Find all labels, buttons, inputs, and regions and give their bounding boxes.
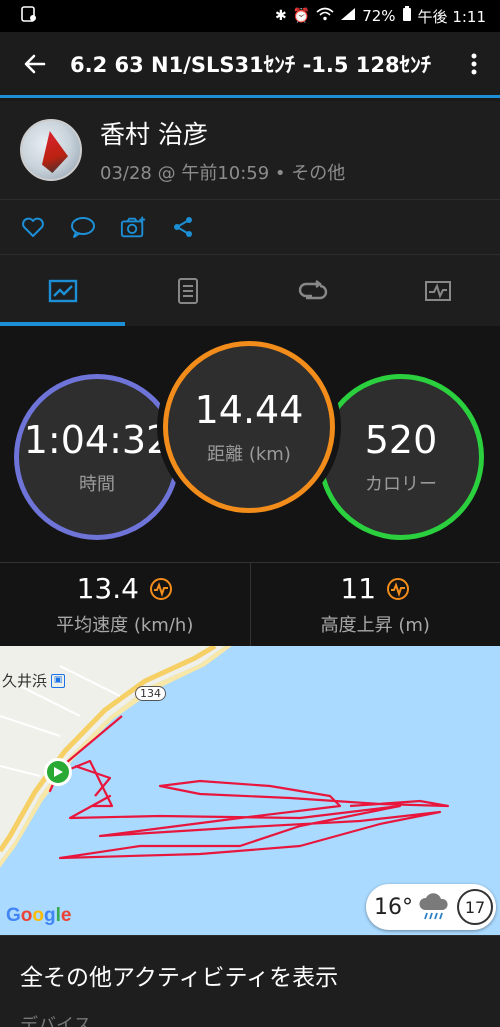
summary-stats: 1:04:32 時間 520 カロリー 14.44 距離 (km): [0, 326, 500, 562]
more-vert-icon: [471, 53, 477, 74]
details-icon: [177, 277, 198, 304]
rain-cloud-icon: [419, 893, 448, 920]
avatar[interactable]: [20, 119, 82, 181]
profile-header: 香村 治彦 03/28 @ 午前10:59 • その他: [0, 101, 500, 199]
avg-speed-label: 平均速度 (km/h): [56, 615, 194, 636]
tab-laps[interactable]: [250, 255, 375, 326]
graph-icon: [424, 280, 451, 301]
start-marker[interactable]: [44, 758, 72, 786]
activity-tabs: [0, 254, 500, 326]
road-shield: 134: [135, 686, 166, 701]
weather-temperature: 16°: [374, 894, 413, 920]
activity-meta: 03/28 @ 午前10:59 • その他: [100, 163, 346, 184]
heart-icon: [22, 217, 44, 237]
chart-badge-icon: [149, 577, 172, 600]
weather-widget[interactable]: 16° 17: [366, 884, 496, 930]
elevation-gain-label: 高度上昇 (m): [320, 615, 430, 636]
google-logo: Google: [6, 905, 72, 926]
secondary-stats: 13.4 平均速度 (km/h) 11 高度上昇 (m): [0, 562, 500, 646]
bus-stop-icon: ▣: [51, 673, 66, 688]
app-bar: 6.2 63 N1/SLS31ｾﾝﾁ -1.5 128ｾﾝﾁ: [0, 32, 500, 98]
battery-icon: [402, 6, 412, 26]
avg-speed-cell[interactable]: 13.4 平均速度 (km/h): [0, 563, 250, 646]
calories-value: 520: [364, 418, 438, 462]
battery-percent: 72%: [362, 7, 396, 25]
social-actions: [0, 199, 500, 254]
clock: 午後 1:11: [417, 7, 486, 26]
time-value: 1:04:32: [23, 418, 171, 462]
activity-map[interactable]: 久井浜 ▣ 134 Google 16° 17: [0, 646, 500, 935]
share-button[interactable]: [170, 214, 196, 240]
device-section-header: デバイス: [0, 1013, 500, 1027]
distance-value: 14.44: [194, 388, 304, 432]
play-icon: [54, 767, 63, 777]
back-arrow-icon: [24, 54, 46, 73]
like-button[interactable]: [20, 214, 46, 240]
summary-chart-icon: [48, 279, 77, 302]
elevation-gain-cell[interactable]: 11 高度上昇 (m): [249, 563, 500, 646]
view-all-activities-link[interactable]: 全その他アクティビティを表示: [0, 935, 500, 1013]
view-all-activities-label: 全その他アクティビティを表示: [20, 964, 339, 991]
tab-summary[interactable]: [0, 255, 125, 326]
alarm-icon: ⏰: [292, 8, 311, 24]
signal-icon: [340, 7, 356, 25]
back-button[interactable]: [0, 31, 70, 97]
laps-icon: [298, 279, 327, 299]
user-name[interactable]: 香村 治彦: [100, 115, 345, 151]
time-stat: 1:04:32 時間: [14, 374, 180, 540]
comment-button[interactable]: [70, 214, 96, 240]
camera-plus-icon: [120, 216, 146, 238]
calories-label: カロリー: [365, 474, 437, 495]
status-bar: ✱ ⏰ 72% 午後 1:11: [0, 0, 500, 32]
wifi-icon: [316, 7, 334, 25]
chart-badge-icon: [387, 577, 410, 600]
calories-stat: 520 カロリー: [318, 374, 484, 540]
tab-graphs[interactable]: [375, 255, 500, 326]
comment-icon: [71, 217, 95, 238]
time-label: 時間: [79, 474, 115, 495]
place-label: 久井浜 ▣: [2, 670, 66, 691]
device-label: デバイス: [20, 1015, 92, 1027]
share-icon: [174, 217, 192, 237]
elevation-gain-value: 11: [340, 572, 377, 605]
wind-speed: 17: [464, 897, 486, 917]
distance-stat: 14.44 距離 (km): [163, 341, 335, 513]
activity-title: 6.2 63 N1/SLS31ｾﾝﾁ -1.5 128ｾﾝﾁ: [70, 52, 432, 77]
bluetooth-icon: ✱: [275, 8, 287, 24]
overflow-menu-button[interactable]: [448, 31, 500, 97]
wind-compass: 17: [457, 889, 493, 925]
avg-speed-value: 13.4: [76, 572, 139, 605]
distance-label: 距離 (km): [207, 444, 291, 465]
gps-track: [48, 715, 450, 860]
tab-details[interactable]: [125, 255, 250, 326]
notification-icon: [20, 5, 38, 27]
add-photo-button[interactable]: [120, 214, 146, 240]
